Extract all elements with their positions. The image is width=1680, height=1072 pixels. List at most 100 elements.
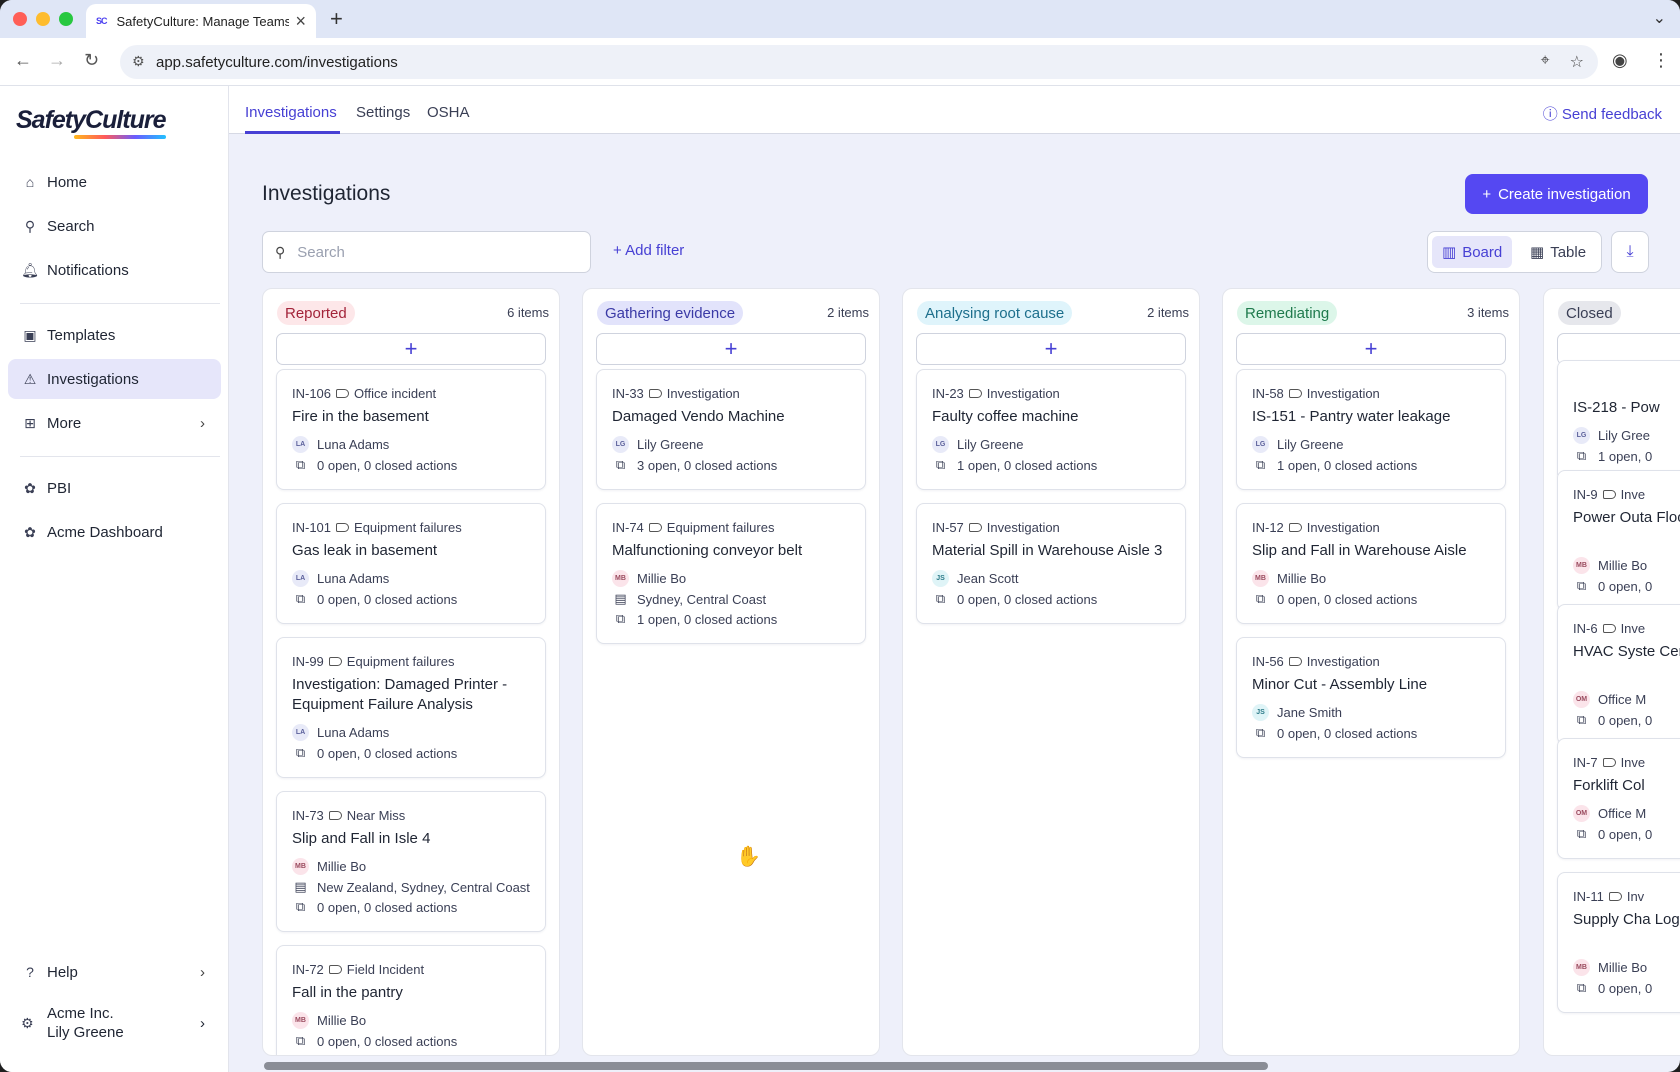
- plus-icon: +: [613, 242, 622, 259]
- location-icon[interactable]: ⌖: [1541, 52, 1550, 72]
- sidebar-item-acme-dashboard[interactable]: ✿ Acme Dashboard: [8, 512, 221, 552]
- card-meta: IN-73 Near Miss: [292, 808, 405, 823]
- actions-summary: 1 open, 0 closed actions: [637, 611, 778, 627]
- tab-investigations[interactable]: Investigations: [245, 104, 337, 121]
- tab-list-chevron-icon[interactable]: ⌄: [1653, 8, 1666, 28]
- add-filter-button[interactable]: + Add filter: [613, 242, 684, 259]
- sidebar-item-investigations[interactable]: ⚠ Investigations: [8, 359, 221, 399]
- card-title: Minor Cut - Assembly Line: [1252, 676, 1428, 693]
- create-investigation-button[interactable]: + Create investigation: [1465, 174, 1648, 214]
- card-assignee: MB Millie Bo: [612, 570, 686, 587]
- add-filter-label: Add filter: [625, 242, 685, 259]
- tag-icon: [328, 811, 342, 820]
- table-view-button[interactable]: ▦ Table: [1520, 236, 1596, 268]
- investigation-card[interactable]: IN-23 Investigation Faulty coffee machine L…: [916, 369, 1186, 490]
- investigation-card[interactable]: IN-72 Field Incident Fall in the pantry MB M…: [276, 945, 546, 1055]
- actions-icon: ⧉: [1576, 712, 1587, 727]
- investigation-card[interactable]: IS-218 - Pow LG Lily Gree ⧉ 1 open, 0: [1557, 360, 1680, 481]
- org-switcher[interactable]: ⚙ Acme Inc. Lily Greene ›: [8, 998, 221, 1048]
- new-tab-icon[interactable]: +: [330, 6, 343, 32]
- add-card-button[interactable]: +: [596, 333, 866, 365]
- close-tab-icon[interactable]: ×: [295, 11, 306, 32]
- forward-icon[interactable]: →: [48, 50, 66, 71]
- reload-icon[interactable]: ↻: [84, 50, 99, 71]
- sidebar-item-pbi[interactable]: ✿ PBI: [8, 468, 221, 508]
- avatar: MB: [1252, 570, 1269, 587]
- card-actions: ⧉ 0 open, 0 closed actions: [292, 745, 457, 761]
- tag-icon: [1602, 490, 1616, 499]
- sidebar-item-home[interactable]: ⌂ Home: [8, 162, 221, 202]
- maximize-window-button[interactable]: [59, 12, 73, 26]
- investigation-card[interactable]: IN-57 Investigation Material Spill in Ware…: [916, 503, 1186, 624]
- browser-tab[interactable]: SC SafetyCulture: Manage Teams ×: [86, 4, 316, 38]
- sidebar-item-templates[interactable]: ▣ Templates: [8, 315, 221, 355]
- actions-summary: 0 open, 0: [1598, 826, 1653, 842]
- card-type: Investigation: [1306, 386, 1380, 401]
- card-id: IN-6: [1573, 621, 1598, 636]
- add-card-button[interactable]: +: [276, 333, 546, 365]
- card-actions: ⧉ 1 open, 0 closed actions: [1252, 457, 1417, 473]
- assignee-name: Lily Greene: [637, 437, 704, 452]
- table-icon: ▦: [1530, 244, 1545, 261]
- sidebar-item-more[interactable]: ⊞ More ›: [8, 403, 221, 443]
- site-name: New Zealand, Sydney, Central Coast: [317, 879, 530, 895]
- sidebar-item-label: Notifications: [47, 261, 129, 279]
- investigation-card[interactable]: IN-99 Equipment failures Investigation: Da…: [276, 637, 546, 778]
- board-column: Closed+IS-218 - PowLGLily Gree⧉1 open, 0…: [1543, 288, 1680, 1056]
- investigation-card[interactable]: IN-74 Equipment failures Malfunctioning co…: [596, 503, 866, 644]
- investigation-card[interactable]: IN-33 Investigation Damaged Vendo Machine L…: [596, 369, 866, 490]
- card-id: IN-23: [932, 386, 964, 401]
- investigation-card[interactable]: IN-6 Inve HVAC Syste Center OM Office M ⧉ 0 op…: [1557, 604, 1680, 745]
- assignee-name: Office M: [1598, 806, 1647, 821]
- scrollbar-thumb[interactable]: [264, 1062, 1268, 1070]
- investigation-card[interactable]: IN-56 Investigation Minor Cut - Assembly L…: [1236, 637, 1506, 758]
- grid-icon: ⊞: [24, 414, 36, 431]
- assignee-name: Lily Gree: [1598, 428, 1651, 443]
- card-assignee: LA Luna Adams: [292, 436, 389, 453]
- investigation-card[interactable]: IN-101 Equipment failures Gas leak in base…: [276, 503, 546, 624]
- send-feedback-link[interactable]: ⓘ Send feedback: [1543, 103, 1662, 124]
- search-input[interactable]: ⚲ Search: [262, 231, 591, 273]
- assignee-name: Millie Bo: [317, 859, 367, 874]
- tab-settings[interactable]: Settings: [356, 104, 410, 121]
- tag-icon: [328, 657, 342, 666]
- investigation-card[interactable]: IN-11 Inv Supply Cha Logistics D MB Millie B…: [1557, 872, 1680, 1013]
- column-item-count: 6 items: [507, 305, 549, 320]
- download-button[interactable]: ⤓: [1611, 231, 1649, 273]
- card-meta: IN-7 Inve: [1573, 755, 1645, 770]
- card-id: IN-99: [292, 654, 324, 669]
- investigation-card[interactable]: IN-9 Inve Power Outa Floor MB Millie Bo ⧉ 0 op…: [1557, 470, 1680, 611]
- card-site: ▤ New Zealand, Sydney, Central Coast: [292, 879, 530, 895]
- investigation-card[interactable]: IN-7 Inve Forklift Col OM Office M ⧉ 0 open, 0: [1557, 738, 1680, 859]
- horizontal-scrollbar[interactable]: [262, 1060, 1680, 1070]
- actions-summary: 0 open, 0 closed actions: [317, 899, 458, 915]
- investigation-card[interactable]: IN-106 Office incident Fire in the basemen…: [276, 369, 546, 490]
- bookmark-star-icon[interactable]: ☆: [1570, 52, 1584, 72]
- chevron-right-icon: ›: [200, 414, 205, 432]
- add-card-button[interactable]: +: [916, 333, 1186, 365]
- address-bar[interactable]: ⚙ app.safetyculture.com/investigations ⌖…: [120, 45, 1598, 79]
- minimize-window-button[interactable]: [36, 12, 50, 26]
- investigation-card[interactable]: IN-58 Investigation IS-151 - Pantry water …: [1236, 369, 1506, 490]
- actions-summary: 1 open, 0 closed actions: [957, 457, 1098, 473]
- org-info: Acme Inc. Lily Greene: [47, 1004, 124, 1042]
- tab-osha[interactable]: OSHA: [427, 104, 470, 121]
- back-icon[interactable]: ←: [14, 50, 32, 71]
- actions-summary: 0 open, 0 closed actions: [317, 1033, 458, 1049]
- browser-menu-icon[interactable]: ⋮: [1652, 50, 1670, 71]
- add-card-button[interactable]: +: [1236, 333, 1506, 365]
- investigation-card[interactable]: IN-73 Near Miss Slip and Fall in Isle 4 MB M…: [276, 791, 546, 932]
- safetyculture-logo[interactable]: SafetyCulture: [16, 106, 167, 135]
- card-actions: ⧉ 1 open, 0 closed actions: [612, 611, 777, 627]
- sidebar-item-help[interactable]: ? Help ›: [8, 952, 221, 992]
- card-assignee: LG Lily Greene: [932, 436, 1023, 453]
- sidebar-item-notifications[interactable]: 🔔︎ Notifications: [8, 250, 221, 290]
- site-settings-icon[interactable]: ⚙: [132, 53, 145, 70]
- board-view-button[interactable]: ▥ Board: [1432, 236, 1513, 268]
- close-window-button[interactable]: [13, 12, 27, 26]
- sidebar-item-search[interactable]: ⚲ Search: [8, 206, 221, 246]
- investigation-card[interactable]: IN-12 Investigation Slip and Fall in Wareh…: [1236, 503, 1506, 624]
- avatar: JS: [1252, 704, 1269, 721]
- card-actions: ⧉ 1 open, 0: [1573, 448, 1652, 464]
- profile-icon[interactable]: ◉: [1612, 50, 1628, 71]
